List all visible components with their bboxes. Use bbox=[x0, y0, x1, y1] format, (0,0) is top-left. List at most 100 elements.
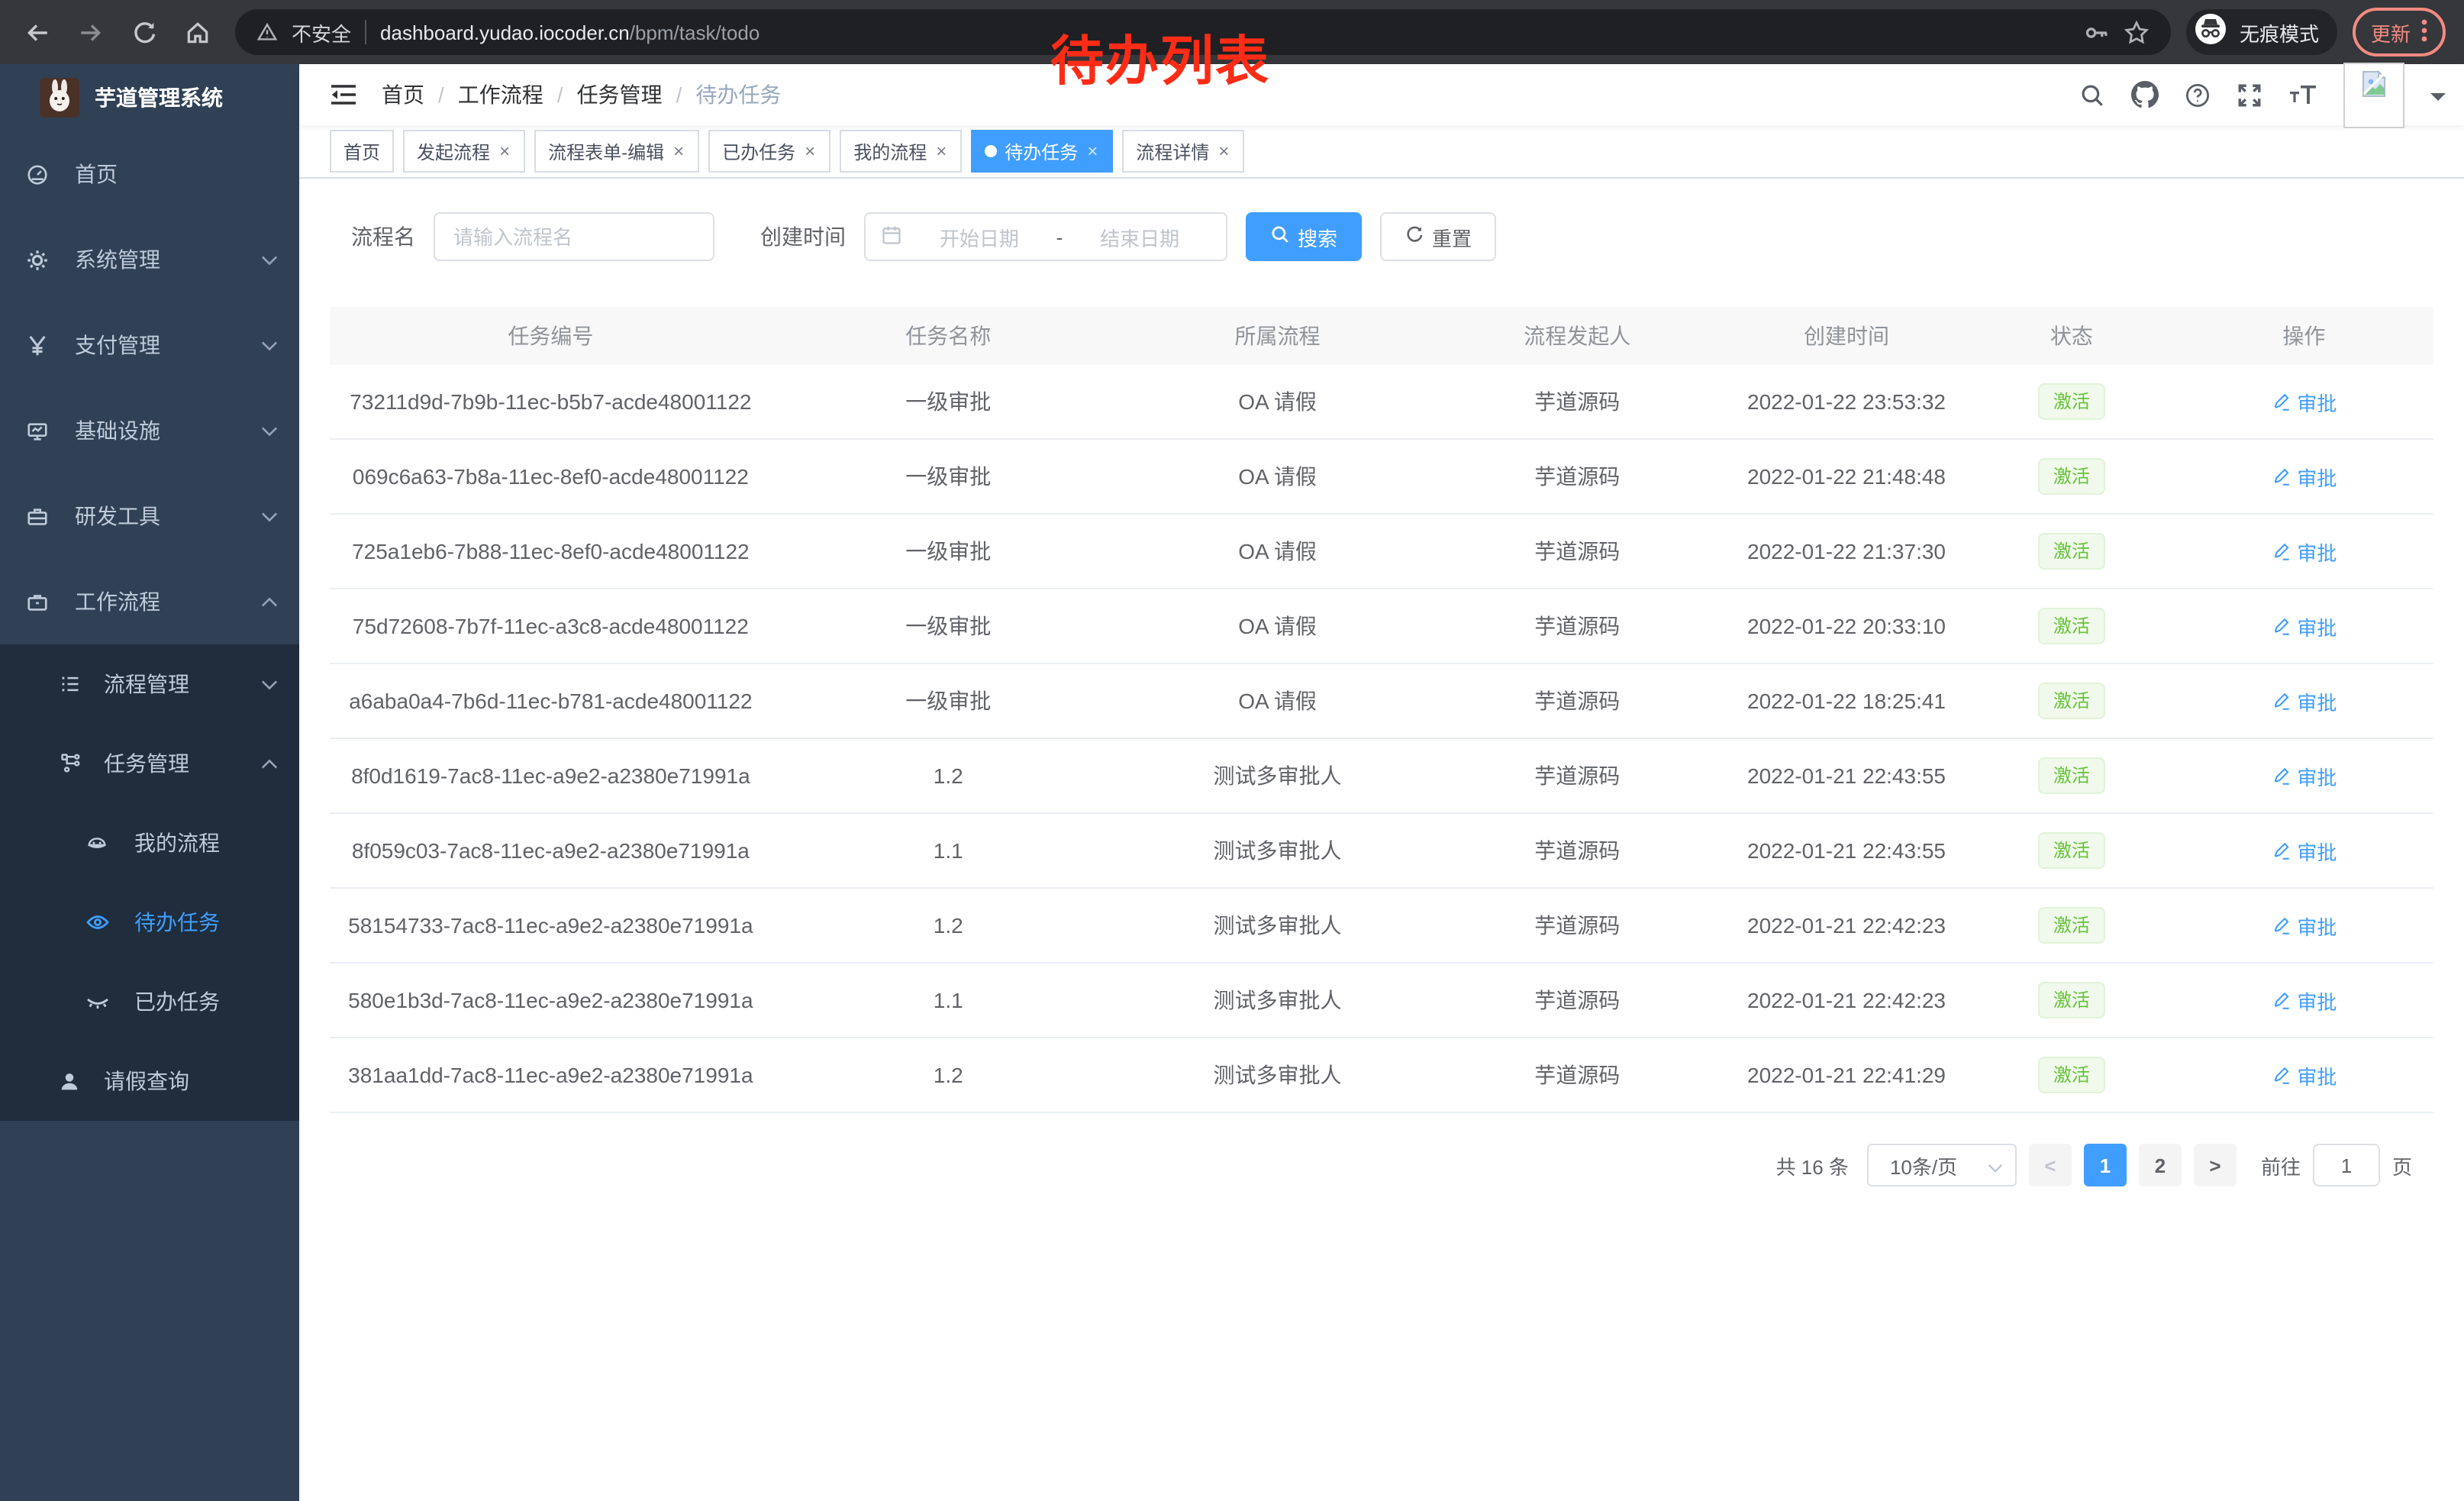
avatar-caret-icon[interactable] bbox=[2430, 93, 2446, 108]
help-icon[interactable] bbox=[2185, 82, 2211, 108]
process-name-input[interactable] bbox=[434, 212, 714, 261]
cell-task-id: 069c6a63-7b8a-11ec-8ef0-acde48001122 bbox=[330, 464, 772, 489]
approve-link[interactable]: 审批 bbox=[2271, 1060, 2337, 1089]
create-time-label: 创建时间 bbox=[760, 221, 846, 252]
cell-starter: 芋道源码 bbox=[1430, 536, 1724, 567]
github-icon[interactable] bbox=[2131, 81, 2159, 108]
view-tab[interactable]: 待办任务 × bbox=[971, 130, 1113, 173]
app-logo[interactable]: 芋道管理系统 bbox=[0, 64, 299, 131]
tab-close-icon[interactable]: × bbox=[934, 140, 948, 162]
forward-icon[interactable] bbox=[78, 19, 104, 45]
sidebar-item-done-tasks[interactable]: 已办任务 bbox=[0, 962, 299, 1041]
reset-button[interactable]: 重置 bbox=[1380, 212, 1496, 261]
cell-starter: 芋道源码 bbox=[1430, 686, 1724, 716]
search-icon[interactable] bbox=[2079, 82, 2105, 108]
view-tab[interactable]: 流程表单-编辑 × bbox=[534, 130, 699, 173]
robot-icon bbox=[85, 831, 108, 854]
approve-link[interactable]: 审批 bbox=[2271, 686, 2337, 715]
page-button-2[interactable]: 2 bbox=[2139, 1144, 2182, 1186]
approve-link[interactable]: 审批 bbox=[2271, 462, 2337, 491]
approve-link[interactable]: 审批 bbox=[2271, 986, 2337, 1015]
tab-close-icon[interactable]: × bbox=[1217, 140, 1230, 162]
status-badge: 激活 bbox=[2038, 458, 2105, 495]
goto-page-input[interactable] bbox=[2313, 1144, 2380, 1186]
table-row: 580e1b3d-7ac8-11ec-a9e2-a2380e71991a 1.1… bbox=[330, 964, 2433, 1038]
column-header: 创建时间 bbox=[1724, 321, 1969, 351]
calendar-icon bbox=[881, 224, 902, 250]
annotation-overlay-text: 待办列表 bbox=[1050, 18, 1270, 96]
bookmark-star-icon[interactable] bbox=[2124, 19, 2150, 45]
next-page-button[interactable]: > bbox=[2194, 1144, 2237, 1186]
reload-icon[interactable] bbox=[131, 19, 157, 45]
cell-process: OA 请假 bbox=[1125, 686, 1430, 716]
cell-starter: 芋道源码 bbox=[1430, 985, 1724, 1015]
breadcrumb-task-mgmt[interactable]: 任务管理 bbox=[577, 79, 663, 110]
tab-close-icon[interactable]: × bbox=[498, 140, 511, 162]
view-tab[interactable]: 我的流程 × bbox=[840, 130, 962, 173]
font-size-icon[interactable] bbox=[2288, 82, 2317, 107]
chevron-down-icon bbox=[261, 254, 278, 265]
sidebar: 芋道管理系统 首页 系统管理 支付管理 bbox=[0, 64, 299, 1501]
home-icon[interactable] bbox=[185, 19, 211, 45]
table-row: 8f0d1619-7ac8-11ec-a9e2-a2380e71991a 1.2… bbox=[330, 739, 2433, 814]
view-tab[interactable]: 已办任务 × bbox=[708, 130, 830, 173]
sidebar-item-dev-tools[interactable]: 研发工具 bbox=[0, 473, 299, 559]
password-key-icon[interactable] bbox=[2084, 19, 2110, 45]
page-button-1[interactable]: 1 bbox=[2084, 1144, 2127, 1186]
approve-link[interactable]: 审批 bbox=[2271, 537, 2337, 566]
sidebar-item-home[interactable]: 首页 bbox=[0, 131, 299, 217]
sidebar-item-task-mgmt[interactable]: 任务管理 bbox=[0, 724, 299, 803]
breadcrumb: 首页 / 工作流程 / 任务管理 / 待办任务 bbox=[382, 79, 781, 110]
table-row: 725a1eb6-7b88-11ec-8ef0-acde48001122 一级审… bbox=[330, 515, 2433, 589]
view-tab[interactable]: 流程详情 × bbox=[1122, 130, 1244, 173]
cell-task-name: 1.1 bbox=[772, 838, 1125, 863]
approve-link[interactable]: 审批 bbox=[2271, 387, 2337, 416]
cell-task-id: 58154733-7ac8-11ec-a9e2-a2380e71991a bbox=[330, 913, 772, 938]
approve-link[interactable]: 审批 bbox=[2271, 911, 2337, 940]
total-count: 共 16 条 bbox=[1776, 1151, 1849, 1180]
tab-close-icon[interactable]: × bbox=[672, 140, 685, 162]
cell-created: 2022-01-22 23:53:32 bbox=[1724, 389, 1969, 414]
sidebar-item-infrastructure[interactable]: 基础设施 bbox=[0, 388, 299, 473]
view-tab[interactable]: 首页 × bbox=[330, 130, 394, 173]
cell-starter: 芋道源码 bbox=[1430, 910, 1724, 941]
logo-image bbox=[40, 78, 79, 118]
security-label[interactable]: 不安全 bbox=[292, 18, 351, 47]
avatar[interactable] bbox=[2343, 62, 2404, 128]
tab-close-icon[interactable]: × bbox=[1085, 140, 1099, 162]
sidebar-item-my-process[interactable]: 我的流程 bbox=[0, 803, 299, 883]
table-header: 任务编号任务名称所属流程流程发起人创建时间状态操作 bbox=[330, 307, 2433, 365]
tab-label: 已办任务 bbox=[722, 138, 795, 164]
view-tab[interactable]: 发起流程 × bbox=[403, 130, 525, 173]
approve-link[interactable]: 审批 bbox=[2271, 761, 2337, 790]
fullscreen-icon[interactable] bbox=[2237, 82, 2262, 108]
date-range-picker[interactable]: 开始日期 - 结束日期 bbox=[864, 212, 1227, 261]
sidebar-item-todo-tasks[interactable]: 待办任务 bbox=[0, 883, 299, 962]
sidebar-item-process-mgmt[interactable]: 流程管理 bbox=[0, 644, 299, 724]
cell-starter: 芋道源码 bbox=[1430, 760, 1724, 791]
sidebar-item-leave-query[interactable]: 请假查询 bbox=[0, 1041, 299, 1121]
column-header: 流程发起人 bbox=[1430, 321, 1724, 351]
search-button[interactable]: 搜索 bbox=[1246, 212, 1362, 261]
kebab-menu-icon[interactable] bbox=[2421, 18, 2427, 47]
approve-link[interactable]: 审批 bbox=[2271, 836, 2337, 865]
tab-close-icon[interactable]: × bbox=[803, 140, 817, 162]
sidebar-item-workflow[interactable]: 工作流程 bbox=[0, 559, 299, 644]
edit-icon bbox=[2271, 541, 2291, 561]
breadcrumb-home[interactable]: 首页 bbox=[382, 79, 424, 110]
sidebar-collapse-icon[interactable] bbox=[318, 82, 369, 107]
table-row: 75d72608-7b7f-11ec-a3c8-acde48001122 一级审… bbox=[330, 589, 2433, 664]
approve-link[interactable]: 审批 bbox=[2271, 612, 2337, 641]
sidebar-item-system[interactable]: 系统管理 bbox=[0, 217, 299, 302]
status-badge: 激活 bbox=[2038, 533, 2105, 570]
cell-process: 测试多审批人 bbox=[1125, 985, 1430, 1015]
edit-icon bbox=[2271, 841, 2291, 860]
breadcrumb-workflow[interactable]: 工作流程 bbox=[458, 79, 543, 110]
sidebar-item-payment[interactable]: 支付管理 bbox=[0, 302, 299, 388]
url-text[interactable]: dashboard.yudao.iocoder.cn/bpm/task/todo bbox=[380, 21, 760, 44]
browser-update-button[interactable]: 更新 bbox=[2353, 8, 2446, 56]
page-size-select[interactable]: 10条/页 bbox=[1867, 1144, 2017, 1186]
prev-page-button[interactable]: < bbox=[2029, 1144, 2072, 1186]
back-icon[interactable] bbox=[24, 19, 50, 45]
cell-task-name: 一级审批 bbox=[772, 386, 1125, 417]
